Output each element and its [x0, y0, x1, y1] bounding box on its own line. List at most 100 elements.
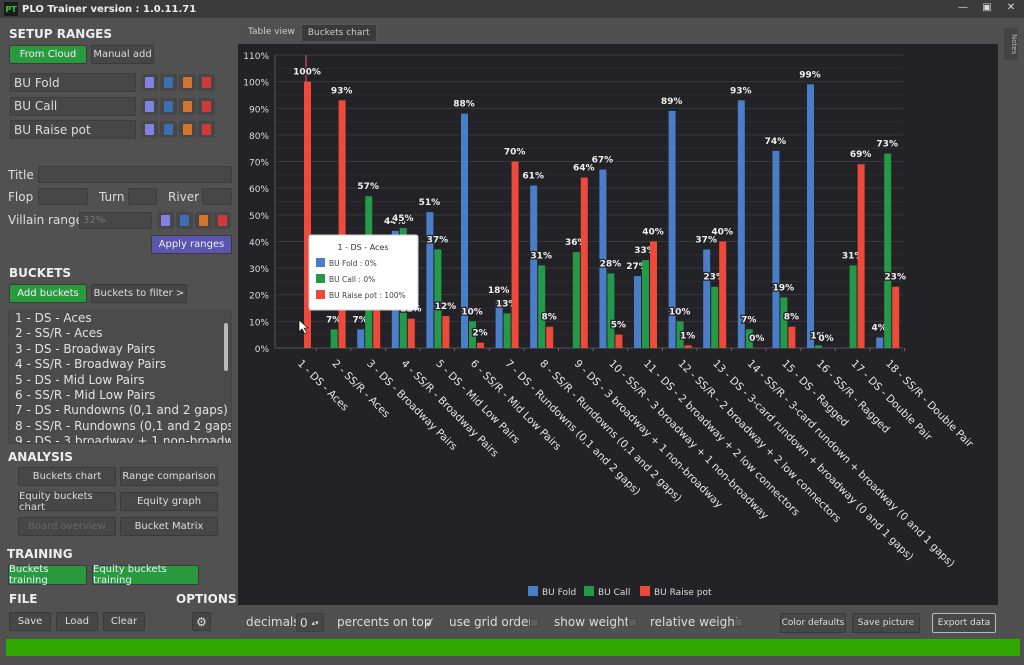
edit-range-icon[interactable]	[195, 212, 212, 229]
buckets-list[interactable]: 1 - DS - Aces 2 - SS/R - Aces 3 - DS - Bro…	[8, 310, 232, 444]
legend-swatch	[584, 586, 594, 596]
paste-range-icon[interactable]	[141, 74, 158, 91]
export-data-button[interactable]: Export data	[932, 613, 996, 633]
tab-table-view[interactable]: Table view	[242, 24, 301, 41]
bar-bu-raise-pot	[684, 345, 692, 348]
data-label: 69%	[850, 150, 872, 160]
use-grid-order-label: use grid order	[449, 615, 534, 629]
title-bar: PT PLO Trainer version : 1.0.11.71 — ▣ ✕	[0, 0, 1024, 18]
delete-range-icon[interactable]	[198, 121, 215, 138]
data-label: 73%	[876, 140, 898, 150]
paste-range-icon[interactable]	[157, 212, 174, 229]
list-item[interactable]: 1 - DS - Aces	[12, 311, 231, 326]
copy-range-icon[interactable]	[160, 74, 177, 91]
data-label: 1%	[680, 331, 695, 341]
river-input[interactable]	[202, 188, 232, 205]
training-heading: TRAINING	[7, 547, 73, 561]
relative-weight-checkbox[interactable]	[734, 618, 743, 627]
board-overview-button[interactable]: Board overview	[18, 517, 116, 536]
copy-range-icon[interactable]	[160, 97, 177, 115]
from-cloud-button[interactable]: From Cloud	[9, 45, 87, 64]
buckets-training-button[interactable]: Buckets training	[8, 564, 87, 586]
buckets-heading: BUCKETS	[9, 266, 72, 280]
load-button[interactable]: Load	[56, 612, 98, 631]
list-item[interactable]: 5 - DS - Mid Low Pairs	[12, 373, 231, 388]
edit-range-icon[interactable]	[179, 74, 196, 91]
bar-bu-raise-pot	[857, 164, 865, 348]
equity-graph-button[interactable]: Equity graph	[120, 492, 218, 511]
use-grid-order-checkbox[interactable]	[530, 618, 539, 627]
data-label: 0%	[818, 334, 833, 344]
copy-range-icon[interactable]	[176, 212, 193, 229]
data-label: 93%	[331, 86, 353, 96]
file-heading: FILE	[9, 592, 38, 606]
buckets-chart: 0% 10% 20% 30% 40% 50% 60% 70% 80% 90% 100% 110% 1 -…	[243, 41, 976, 598]
buckets-to-filter-button[interactable]: Buckets to filter >	[91, 284, 187, 303]
notes-tab[interactable]: Notes	[1004, 28, 1018, 60]
bar-bu-raise-pot	[719, 241, 727, 348]
paste-range-icon[interactable]	[141, 121, 158, 138]
paste-range-icon[interactable]	[141, 97, 158, 115]
range-name-field[interactable]: BU Raise pot	[10, 120, 136, 139]
data-label: 88%	[453, 100, 475, 110]
bar-bu-fold	[876, 337, 884, 348]
flop-label: Flop	[8, 190, 34, 204]
y-tick-label: 30%	[249, 265, 269, 275]
range-name-field[interactable]: BU Fold	[10, 73, 136, 92]
y-tick-label: 50%	[249, 212, 269, 222]
delete-range-icon[interactable]	[198, 74, 215, 91]
bar-bu-raise-pot	[407, 318, 415, 348]
minimize-button[interactable]: —	[952, 2, 974, 15]
decimals-label: decimals	[246, 615, 300, 629]
range-comparison-button[interactable]: Range comparison	[120, 467, 218, 486]
copy-range-icon[interactable]	[160, 121, 177, 138]
y-tick-label: 90%	[249, 105, 269, 115]
bucket-matrix-button[interactable]: Bucket Matrix	[120, 517, 218, 536]
buckets-chart-button[interactable]: Buckets chart	[18, 467, 116, 486]
y-tick-label: 60%	[249, 185, 269, 195]
decimals-spinner[interactable]: 0 ▴▾	[296, 613, 324, 632]
bar-bu-raise-pot	[892, 286, 900, 348]
show-weight-checkbox[interactable]	[628, 618, 637, 627]
delete-range-icon[interactable]	[198, 97, 215, 115]
delete-range-icon[interactable]	[214, 212, 231, 229]
manual-add-button[interactable]: Manual add	[91, 45, 154, 64]
maximize-button[interactable]: ▣	[976, 2, 998, 15]
options-heading: OPTIONS	[176, 592, 237, 606]
bar-bu-call	[849, 265, 857, 348]
bar-bu-fold	[737, 100, 745, 348]
list-item[interactable]: 2 - SS/R - Aces	[12, 326, 231, 341]
list-item[interactable]: 4 - SS/R - Broadway Pairs	[12, 357, 231, 372]
list-item[interactable]: 7 - DS - Rundowns (0,1 and 2 gaps)	[12, 403, 231, 418]
data-label: 99%	[799, 70, 821, 80]
villain-range-input[interactable]: 32%	[79, 212, 152, 229]
bar-bu-call	[503, 313, 511, 348]
list-item[interactable]: 6 - SS/R - Mid Low Pairs	[12, 388, 231, 403]
color-defaults-button[interactable]: Color defaults	[780, 613, 846, 633]
clear-button[interactable]: Clear	[103, 612, 145, 631]
equity-buckets-training-button[interactable]: Equity buckets training	[92, 564, 199, 586]
percents-on-top-checkbox[interactable]: ✓	[425, 615, 435, 629]
scrollbar[interactable]	[224, 323, 228, 371]
save-button[interactable]: Save	[9, 612, 51, 631]
edit-range-icon[interactable]	[179, 121, 196, 138]
equity-buckets-chart-button[interactable]: Equity buckets chart	[18, 491, 116, 513]
title-input[interactable]	[38, 166, 232, 183]
close-button[interactable]: ✕	[1000, 2, 1022, 15]
y-tick-label: 40%	[249, 238, 269, 248]
list-item[interactable]: 9 - DS - 3 broadway + 1 non-broadway	[12, 434, 231, 443]
list-item[interactable]: 8 - SS/R - Rundowns (0,1 and 2 gaps)	[12, 419, 231, 434]
title-label: Title	[8, 168, 34, 182]
flop-input[interactable]	[38, 188, 88, 205]
gear-icon[interactable]: ⚙	[192, 612, 211, 631]
list-item[interactable]: 3 - DS - Broadway Pairs	[12, 342, 231, 357]
add-buckets-button[interactable]: Add buckets	[9, 284, 87, 303]
x-tick-label: 10 - SS/R - 3 broadway + 1 non-broadway	[606, 358, 770, 522]
apply-ranges-button[interactable]: Apply ranges	[151, 235, 232, 254]
save-picture-button[interactable]: Save picture	[852, 613, 920, 633]
data-label: 12%	[435, 302, 457, 312]
tab-buckets-chart[interactable]: Buckets chart	[300, 24, 377, 41]
turn-input[interactable]	[128, 188, 157, 205]
range-name-field[interactable]: BU Call	[10, 96, 136, 116]
edit-range-icon[interactable]	[179, 97, 196, 115]
